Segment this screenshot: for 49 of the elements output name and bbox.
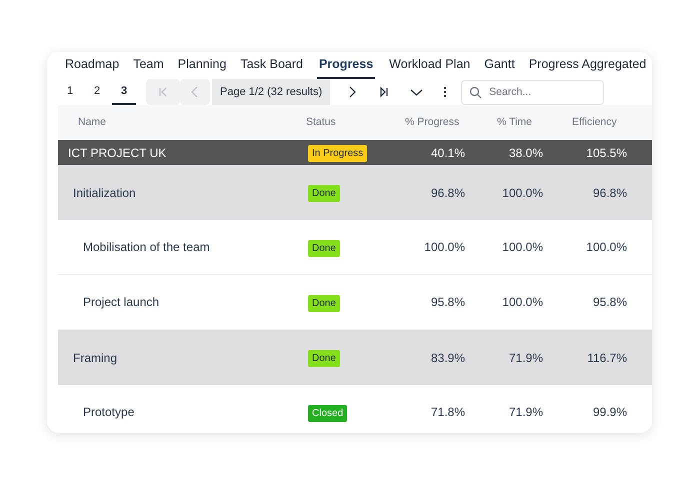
status-badge: Done [308,240,340,256]
column-header: Efficiency [572,116,617,128]
progress-cell: 40.1% [430,146,465,160]
efficiency-cell: 105.5% [586,146,627,160]
search-icon [469,86,482,98]
name-cell: Framing [73,350,118,364]
column-header: Name [78,116,106,128]
efficiency-cell: 96.8% [592,186,627,200]
progress-cell: 83.9% [430,350,465,364]
level-button[interactable]: 1 [58,79,82,105]
level-button[interactable]: 2 [85,79,109,105]
name-cell: Prototype [83,405,134,419]
column-header: % Progress [405,116,460,128]
time-cell: 100.0% [502,295,543,309]
tab[interactable]: Roadmap [65,55,120,79]
efficiency-cell: 116.7% [587,350,627,364]
search-field[interactable]: Search... [461,80,604,104]
tab[interactable]: Planning [178,55,226,79]
tab[interactable]: Workload Plan [389,55,470,79]
efficiency-cell: 100.0% [586,240,627,254]
efficiency-cell: 99.9% [592,405,627,419]
time-cell: 71.9% [508,405,543,419]
status-badge: In Progress [308,145,368,162]
first-page-icon [157,86,169,98]
progress-cell: 100.0% [424,240,465,254]
time-cell: 100.0% [502,186,543,200]
column-header: % Time [497,116,532,128]
time-cell: 38.0% [508,146,543,160]
tab[interactable]: Task Board [240,55,303,79]
status-badge: Closed [308,404,348,422]
tab[interactable]: Gantt [484,55,515,79]
tab[interactable]: Team [133,55,164,79]
status-badge: Done [308,185,340,202]
time-cell: 100.0% [502,240,543,254]
last-page-icon [378,86,390,98]
tab[interactable]: Progress Aggregated [528,55,646,79]
column-header: Status [306,116,336,128]
name-cell: ICT PROJECT UK [68,146,166,160]
page-info: Page 1/2 (32 results) [212,79,330,105]
name-cell: Project launch [83,295,160,309]
efficiency-cell: 95.8% [592,295,627,309]
name-cell: Mobilisation of the team [83,240,210,254]
status-badge: Done [308,294,340,312]
progress-cell: 95.8% [430,295,465,309]
progress-cell: 71.8% [430,405,465,419]
name-cell: Initialization [73,186,136,200]
time-cell: 71.9% [508,350,543,364]
status-badge: Done [308,350,340,367]
progress-cell: 96.8% [430,186,465,200]
